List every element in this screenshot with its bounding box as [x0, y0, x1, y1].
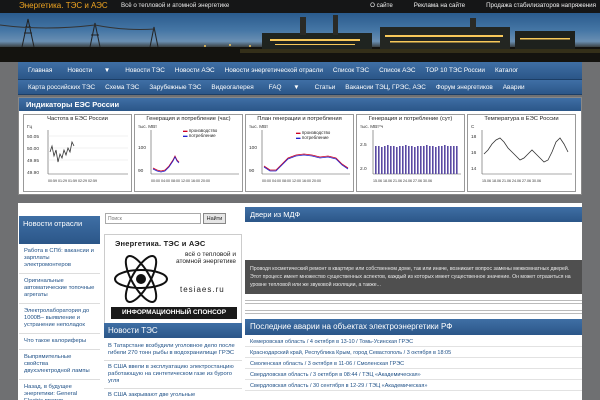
article-excerpt: Проводя косметический ремонт в квартире …	[245, 260, 582, 294]
menu-home[interactable]: Главная	[23, 67, 57, 74]
divider	[245, 310, 582, 314]
sidebar-item[interactable]: Оригинальные автоматические топочные агр…	[19, 274, 100, 304]
menu-news[interactable]: Новости ▼	[57, 67, 120, 74]
list-item[interactable]: Кемеровская область / 4 октября в 13-10 …	[245, 336, 582, 347]
list-item[interactable]: Краснодарский край, Республика Крым, гор…	[245, 347, 582, 358]
sponsor-banner[interactable]: Энергетика. ТЭС и АЭС всё о тепловой и а…	[104, 234, 242, 324]
list-item[interactable]: Свердловская область / 3 октября в 08:44…	[245, 369, 582, 380]
middle-column: Поиск Найти Энергетика. ТЭС и АЭС всё о …	[103, 204, 242, 400]
header-banner-image	[0, 13, 600, 62]
y-tick: 100	[138, 145, 146, 151]
svg-text:00:00 04:00 08:00 12:00 16:00: 00:00 04:00 08:00 12:00 16:00 20:00	[151, 179, 210, 183]
sidebar-item[interactable]: Электролаборатория до 1000В– выявление и…	[19, 304, 100, 334]
menu-tes-list[interactable]: Список ТЭС	[328, 67, 374, 74]
menu-map[interactable]: Карта российских ТЭС	[23, 84, 100, 91]
sidebar-title: Новости отрасли	[19, 216, 100, 244]
chart-frequency[interactable]: Частота в ЕЭС России Гц 50.05 50.00 49.9…	[23, 114, 132, 192]
tes-news-title: Новости ТЭС	[104, 323, 242, 338]
y-tick: 2.0	[360, 166, 367, 172]
menu-aes-list[interactable]: Список АЭС	[374, 67, 420, 74]
sidebar-item[interactable]: Что такое калориферы	[19, 334, 100, 350]
y-tick: 50.05	[27, 134, 39, 140]
svg-text:15.06 18.06 21.06 24.06 27.06: 15.06 18.06 21.06 24.06 27.06 30.06	[482, 179, 541, 183]
menu-tes-news[interactable]: Новости ТЭС	[120, 67, 170, 74]
chart-title: Частота в ЕЭС России	[47, 116, 108, 122]
y-tick: 18	[471, 134, 477, 140]
svg-text:15.06 18.06 21.06 24.06 27.06: 15.06 18.06 21.06 24.06 27.06 30.06	[373, 179, 432, 183]
article-title[interactable]: Двери из МДФ	[245, 207, 582, 222]
chevron-down-icon: ▼	[103, 67, 111, 74]
sponsor-label: ИНФОРМАЦИОННЫЙ СПОНСОР	[111, 307, 237, 319]
menu-articles[interactable]: Статьи	[310, 84, 341, 91]
menu-faq-label: FAQ	[268, 83, 282, 91]
search-button[interactable]: Найти	[203, 213, 226, 224]
chart-hourly-generation[interactable]: Генерация и потребление (час) тыс. МВт ▬…	[134, 114, 243, 192]
top-links: О сайте Реклама на сайте Продажа стабили…	[370, 2, 596, 9]
menu-foreign[interactable]: Зарубежные ТЭС	[144, 84, 206, 91]
y-tick: 49.95	[27, 158, 39, 164]
y-tick: 90	[249, 168, 255, 174]
sidebar-item[interactable]: Выпрямительные свойства двухэлектродной …	[19, 350, 100, 380]
chart-plan-generation[interactable]: План генерации и потребления тыс. МВт ▬ …	[245, 114, 354, 192]
list-item[interactable]: В США ввели в эксплуатацию электростанци…	[104, 361, 242, 389]
sponsor-url: tesiaes.ru	[180, 285, 225, 294]
tes-news-list: В Татарстане возбудили уголовное дело по…	[104, 340, 242, 400]
atom-logo-icon	[114, 255, 168, 303]
divider	[245, 300, 582, 304]
menu-catalog[interactable]: Каталог	[490, 67, 523, 74]
list-item[interactable]: Свердловская область / 30 сентября в 12-…	[245, 380, 582, 391]
menu-aes-news[interactable]: Новости АЭС	[170, 67, 220, 74]
chart-daily-generation[interactable]: Генерация и потребление (сут) тыс. МВт*ч…	[356, 114, 465, 192]
list-item[interactable]: Смоленская область / 3 октября в 11-06 /…	[245, 358, 582, 369]
menu-vacancies[interactable]: Вакансии ТЭЦ, ГРЭС, АЭС	[340, 84, 431, 91]
menu-industry-news[interactable]: Новости энергетической отрасли	[220, 67, 328, 74]
y-tick: 49.90	[27, 170, 39, 176]
sidebar-item[interactable]: Работа в СПб: вакансии и зарплаты электр…	[19, 244, 100, 274]
menu-scheme[interactable]: Схема ТЭС	[100, 84, 144, 91]
search-input[interactable]: Поиск	[105, 213, 201, 224]
svg-text:00:00 04:00 08:00 12:00 16:00: 00:00 04:00 08:00 12:00 16:00 20:00	[262, 179, 321, 183]
y-tick: 50.00	[27, 146, 39, 152]
sponsor-title: Энергетика. ТЭС и АЭС	[115, 239, 206, 248]
list-item[interactable]: В США закрывают две угольные электростан…	[104, 389, 242, 400]
accidents-title: Последние аварии на объектах электроэнер…	[245, 319, 582, 335]
chart-title: Температура в ЕЭС России	[484, 116, 559, 122]
sidebar-industry-news: Новости отрасли Работа в СПб: вакансии и…	[19, 204, 100, 400]
sidebar-item[interactable]: Назад, в будущее энергетики: General Ele…	[19, 380, 100, 400]
y-tick: 100	[249, 145, 257, 151]
y-tick: 90	[138, 168, 144, 174]
link-about[interactable]: О сайте	[370, 2, 393, 9]
indicators-title: Индикаторы ЕЭС России	[19, 98, 581, 111]
menu-accidents[interactable]: Аварии	[498, 84, 530, 91]
accidents-list: Кемеровская область / 4 октября в 13-10 …	[245, 336, 582, 391]
chart-temperature[interactable]: Температура в ЕЭС России С 18 16 14 15.0…	[467, 114, 576, 192]
menu-top10[interactable]: TOP 10 ТЭС России	[420, 67, 490, 74]
chart-title: Генерация и потребление (час)	[146, 116, 231, 122]
y-tick: 16	[471, 150, 477, 156]
chart-title: Генерация и потребление (сут)	[368, 116, 453, 122]
link-stabilizers[interactable]: Продажа стабилизаторов напряжения	[486, 2, 596, 9]
y-tick: 14	[471, 166, 477, 172]
menu-forum[interactable]: Форум энергетиков	[431, 84, 498, 91]
site-title[interactable]: Энергетика. ТЭС и АЭС	[19, 1, 108, 10]
svg-text:00:59 01:29 01:59 02:29 02:59: 00:59 01:29 01:59 02:29 02:59	[48, 179, 97, 183]
chevron-down-icon: ▼	[293, 83, 300, 91]
secondary-menu: Карта российских ТЭС Схема ТЭС Зарубежны…	[18, 80, 582, 95]
menu-news-label: Новости	[67, 67, 93, 74]
chart-title: План генерации и потребления	[257, 116, 342, 122]
site-tagline: Всё о тепловой и атомной энергетике	[121, 2, 230, 9]
menu-faq[interactable]: FAQ ▼	[259, 84, 310, 91]
menu-video[interactable]: Видеогалерея	[206, 84, 258, 91]
main-menu: Главная Новости ▼ Новости ТЭС Новости АЭ…	[18, 62, 582, 80]
link-advertising[interactable]: Реклама на сайте	[414, 2, 465, 9]
indicators-panel: Индикаторы ЕЭС России Частота в ЕЭС Росс…	[18, 97, 582, 195]
top-bar: Энергетика. ТЭС и АЭС Всё о тепловой и а…	[0, 0, 600, 13]
sponsor-text: всё о тепловой и атомной энергетике	[175, 251, 236, 265]
y-tick: 2.5	[360, 142, 367, 148]
list-item[interactable]: В Татарстане возбудили уголовное дело по…	[104, 340, 242, 361]
right-column: Двери из МДФ Проводя косметический ремон…	[245, 204, 582, 400]
